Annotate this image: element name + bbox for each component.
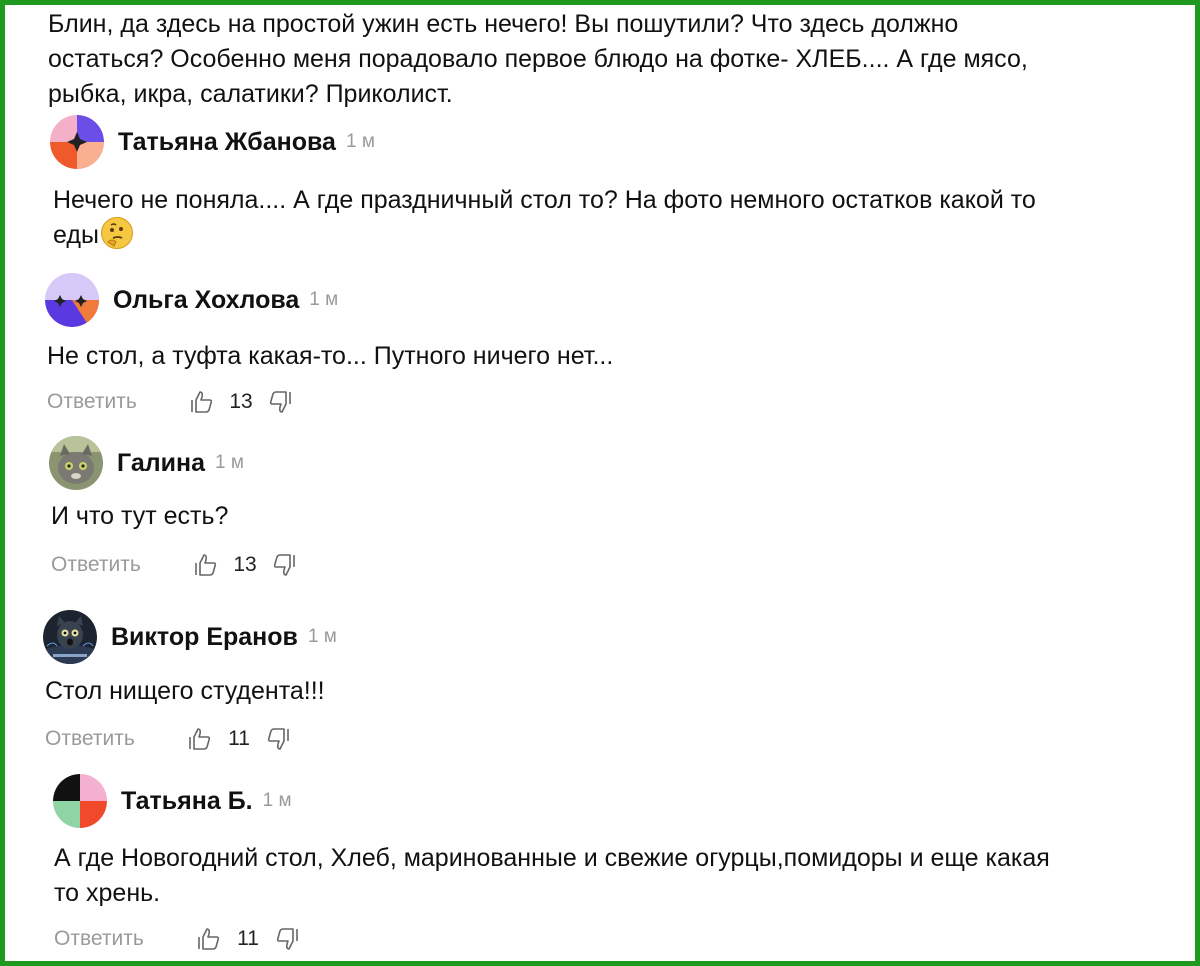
comment-4-actions: Ответить 11 <box>45 726 291 752</box>
comment-text: еды <box>53 221 99 249</box>
avatar[interactable] <box>53 774 107 828</box>
author-name[interactable]: Татьяна Жбанова <box>118 128 336 157</box>
thumbs-up-icon[interactable] <box>196 926 222 952</box>
intro-line-1: Блин, да здесь на простой ужин есть нече… <box>48 10 959 38</box>
comment-1-author-row: Татьяна Жбанова 1 м <box>50 115 375 169</box>
thumbs-down-icon[interactable] <box>267 389 293 415</box>
thumbs-down-icon[interactable] <box>271 552 297 578</box>
avatar[interactable] <box>43 610 97 664</box>
comment-time: 1 м <box>309 289 339 310</box>
comment-5-line-1: А где Новогодний стол, Хлеб, маринованны… <box>54 844 1050 872</box>
comment-time: 1 м <box>307 626 337 647</box>
comment-4-line-1: Стол нищего студента!!! <box>45 677 325 705</box>
author-name[interactable]: Татьяна Б. <box>121 787 253 816</box>
intro-line-3: рыбка, икра, салатики? Приколист. <box>48 80 453 108</box>
comment-time: 1 м <box>262 790 292 811</box>
thinking-face-emoji <box>100 217 133 250</box>
like-count: 11 <box>228 727 250 750</box>
comment-5-line-2: то хрень. <box>54 879 161 907</box>
thumbs-up-icon[interactable] <box>189 389 215 415</box>
reply-button[interactable]: Ответить <box>45 727 187 751</box>
intro-line-2: остаться? Особенно меня порадовало перво… <box>48 45 1028 73</box>
comment-3-line-1: И что тут есть? <box>51 502 229 530</box>
like-count: 13 <box>229 390 253 413</box>
comment-5-author-row: Татьяна Б. 1 м <box>53 774 292 828</box>
comment-2-line-1: Не стол, а туфта какая-то... Путного нич… <box>47 342 614 370</box>
thumbs-down-icon[interactable] <box>274 926 300 952</box>
comment-1-line-2: еды <box>53 217 133 253</box>
comment-4-author-row: Виктор Еранов 1 м <box>43 610 337 664</box>
avatar[interactable] <box>50 115 104 169</box>
comment-5-actions: Ответить 11 <box>54 926 300 952</box>
comment-2-author-row: Ольга Хохлова 1 м <box>45 273 338 327</box>
reply-button[interactable]: Ответить <box>47 390 189 414</box>
thumbs-down-icon[interactable] <box>265 726 291 752</box>
comment-time: 1 м <box>215 452 244 473</box>
avatar[interactable] <box>49 436 103 490</box>
author-name[interactable]: Галина <box>117 449 205 478</box>
thumbs-up-icon[interactable] <box>187 726 213 752</box>
comment-2-actions: Ответить 13 <box>47 389 293 415</box>
comment-time: 1 м <box>345 131 375 152</box>
author-name[interactable]: Виктор Еранов <box>111 623 298 652</box>
thumbs-up-icon[interactable] <box>193 552 219 578</box>
comment-3-author-row: Галина 1 м <box>49 436 244 490</box>
author-name[interactable]: Ольга Хохлова <box>113 286 299 315</box>
reply-button[interactable]: Ответить <box>54 927 196 951</box>
comments-frame: Блин, да здесь на простой ужин есть нече… <box>0 0 1200 966</box>
like-count: 13 <box>233 553 257 576</box>
avatar[interactable] <box>45 273 99 327</box>
comment-3-actions: Ответить 13 <box>51 552 297 578</box>
comment-1-line-1: Нечего не поняла.... А где праздничный с… <box>53 186 1036 214</box>
like-count: 11 <box>237 927 259 950</box>
reply-button[interactable]: Ответить <box>51 553 193 577</box>
